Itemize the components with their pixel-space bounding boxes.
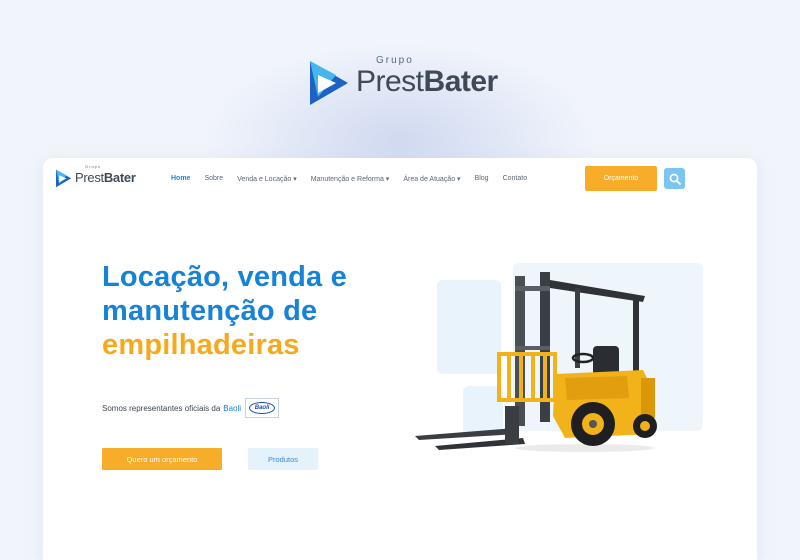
search-button[interactable]	[664, 168, 685, 189]
quote-button[interactable]: Quero um orçamento	[102, 448, 222, 470]
website-card: Grupo PrestBater Home Sobre Venda e Loca…	[43, 158, 757, 560]
hero-title-line1: Locação, venda e	[102, 261, 347, 293]
hero-title-line2: manutenção de	[102, 295, 318, 327]
hero-title-line3: empilhadeiras	[102, 329, 300, 361]
baoli-logo-text: Baoli	[249, 402, 276, 414]
baoli-logo: Baoli	[245, 398, 280, 418]
nav-logo-group-label: Grupo	[85, 164, 102, 169]
nav-logo[interactable]: Grupo PrestBater	[55, 164, 136, 188]
representative-text: Somos representantes oficiais da	[102, 403, 221, 413]
prestbater-logo-icon	[56, 169, 72, 188]
prestbater-logo-icon	[310, 61, 348, 105]
nav-item-venda-locacao[interactable]: Venda e Locação ▾	[237, 175, 297, 183]
brand-logo-top: Grupo PrestBater	[308, 55, 498, 108]
nav-item-sobre[interactable]: Sobre	[204, 175, 223, 183]
brand-group-label: Grupo	[376, 55, 414, 66]
forklift-image	[415, 272, 657, 452]
nav-item-contato[interactable]: Contato	[503, 175, 528, 183]
nav-item-manutencao-reforma[interactable]: Manutenção e Reforma ▾	[311, 175, 390, 183]
search-icon	[669, 173, 681, 185]
nav-item-home[interactable]: Home	[171, 175, 190, 183]
nav-item-blog[interactable]: Blog	[475, 175, 489, 183]
brand-name: PrestBater	[356, 65, 498, 98]
nav-item-area-atuacao[interactable]: Área de Atuação ▾	[403, 175, 460, 183]
main-menu: Home Sobre Venda e Locação ▾ Manutenção …	[171, 175, 541, 183]
orcamento-button[interactable]: Orçamento	[585, 166, 657, 191]
representative-brand: Baoli	[223, 403, 242, 413]
nav-logo-name: PrestBater	[75, 170, 136, 185]
products-button[interactable]: Produtos	[248, 448, 318, 470]
hero-title: Locação, venda e manutenção de empilhade…	[102, 260, 347, 362]
representative-line: Somos representantes oficiais da Baoli B…	[102, 398, 280, 418]
